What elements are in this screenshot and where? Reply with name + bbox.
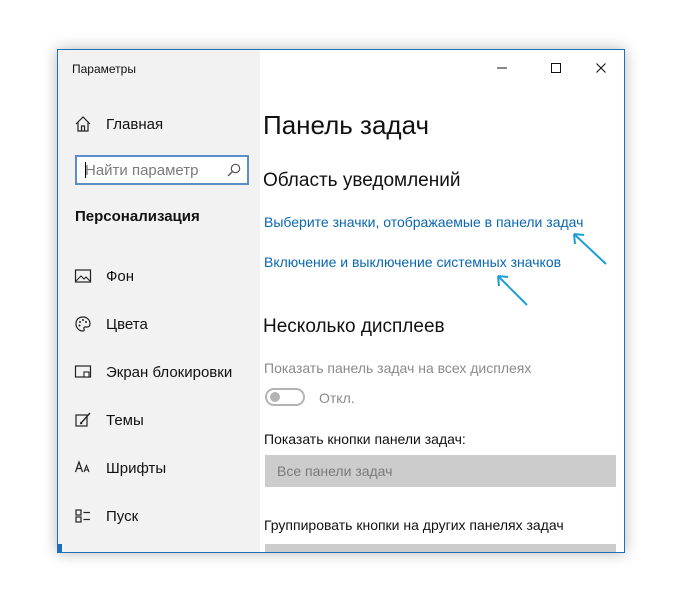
select-value: Все панели задач: [277, 463, 393, 479]
search-icon[interactable]: [226, 162, 242, 178]
search-box[interactable]: [75, 155, 249, 185]
sidebar-item-home[interactable]: Главная: [58, 106, 260, 142]
home-icon: [74, 115, 92, 133]
section-label: Персонализация: [75, 208, 200, 225]
show-buttons-label: Показать кнопки панели задач:: [264, 431, 466, 447]
brush-icon: [74, 411, 92, 429]
sidebar-item-label: Фон: [106, 267, 135, 285]
system-icons-link[interactable]: Включение и выключение системных значков: [264, 254, 561, 270]
sidebar-item-themes[interactable]: Темы: [58, 402, 260, 438]
sidebar-item-colors[interactable]: Цвета: [58, 306, 260, 342]
settings-window: Параметры Главная Персонализация Фон: [57, 49, 625, 553]
sidebar-item-start[interactable]: Пуск: [58, 498, 260, 534]
image-icon: [74, 267, 92, 285]
scrollbar[interactable]: [624, 316, 625, 402]
text-cursor: [85, 162, 86, 178]
group-buttons-select[interactable]: [265, 544, 616, 552]
select-icons-link[interactable]: Выберите значки, отображаемые в панели з…: [264, 214, 583, 230]
annotation-arrow-icon: [573, 233, 607, 265]
sidebar-item-label: Темы: [106, 411, 144, 429]
palette-icon: [74, 315, 92, 333]
selection-indicator: [58, 544, 62, 552]
sidebar: Параметры Главная Персонализация Фон: [58, 50, 260, 552]
sidebar-item-label: Цвета: [106, 315, 148, 333]
font-icon: [74, 459, 92, 477]
sidebar-item-background[interactable]: Фон: [58, 258, 260, 294]
show-taskbar-all-label: Показать панель задач на всех дисплеях: [264, 360, 532, 376]
search-input[interactable]: [85, 161, 221, 179]
sidebar-item-label: Шрифты: [106, 459, 167, 477]
sidebar-item-label: Экран блокировки: [106, 363, 233, 381]
group-buttons-label: Группировать кнопки на других панелях за…: [264, 517, 564, 533]
annotation-arrow-icon: [497, 275, 528, 306]
sidebar-item-fonts[interactable]: Шрифты: [58, 450, 260, 486]
start-icon: [74, 507, 92, 525]
multi-display-header: Несколько дисплеев: [263, 316, 445, 337]
show-buttons-select[interactable]: Все панели задач: [265, 455, 616, 487]
toggle-state-label: Откл.: [319, 390, 355, 406]
sidebar-item-label: Главная: [106, 115, 164, 133]
sidebar-item-label: Пуск: [106, 507, 139, 525]
main-content: Панель задач Область уведомлений Выберит…: [260, 50, 624, 552]
app-title: Параметры: [72, 62, 136, 76]
lock-screen-icon: [74, 363, 92, 381]
notifications-header: Область уведомлений: [263, 170, 461, 191]
sidebar-item-lock-screen[interactable]: Экран блокировки: [58, 354, 260, 390]
toggle-knob: [270, 392, 280, 402]
page-title: Панель задач: [263, 110, 430, 140]
show-taskbar-all-toggle[interactable]: [265, 388, 305, 406]
